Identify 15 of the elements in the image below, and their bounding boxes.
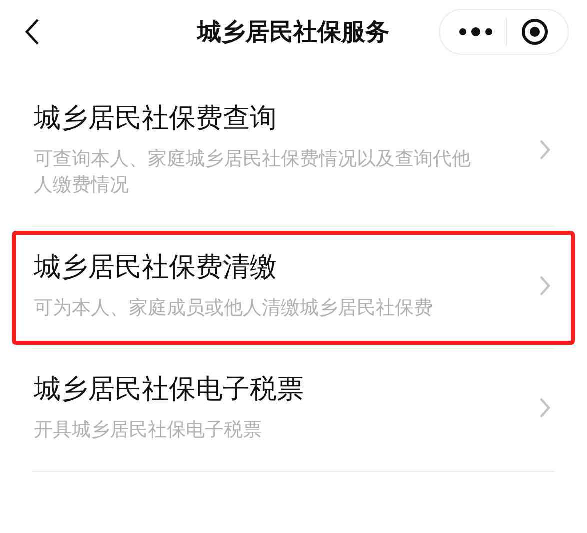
item-title: 城乡居民社保费清缴 — [34, 250, 278, 285]
item-title: 城乡居民社保电子税票 — [34, 373, 305, 408]
back-icon[interactable] — [24, 18, 40, 46]
chevron-icon — [539, 397, 551, 420]
chevron-icon — [539, 139, 551, 162]
page-title: 城乡居民社保服务 — [198, 17, 390, 48]
chevron-icon — [539, 275, 551, 298]
item-description: 可为本人、家庭成员或他人清缴城乡居民社保费 — [34, 296, 434, 321]
service-item[interactable]: 城乡居民社保费查询 可查询本人、家庭城乡居民社保费情况以及查询代他人缴费情况 — [12, 82, 575, 223]
more-icon[interactable] — [458, 27, 493, 37]
item-description: 开具城乡居民社保电子税票 — [34, 418, 263, 444]
close-icon[interactable] — [521, 18, 550, 46]
item-title: 城乡居民社保费查询 — [34, 102, 278, 136]
service-item[interactable]: 城乡居民社保电子税票 开具城乡居民社保电子税票 — [12, 353, 575, 468]
item-description: 可查询本人、家庭城乡居民社保费情况以及查询代他人缴费情况 — [34, 146, 472, 198]
